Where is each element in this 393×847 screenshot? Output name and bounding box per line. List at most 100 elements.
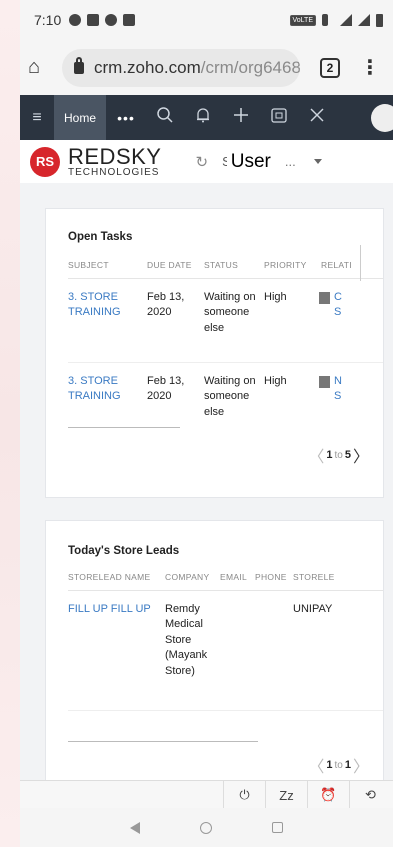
tab-switcher-button[interactable]: 2: [320, 57, 340, 78]
column-header[interactable]: SUBJECT: [68, 260, 147, 270]
hamburger-menu-icon[interactable]: ≡: [20, 109, 54, 127]
account-icon: [319, 292, 330, 304]
task-priority: High: [264, 375, 287, 387]
task-related-to[interactable]: C S: [309, 290, 351, 362]
column-header[interactable]: EMAIL: [220, 572, 255, 582]
next-page-icon[interactable]: 〉: [353, 753, 369, 777]
open-tasks-card: Open Tasks SUBJECT DUE DATE STATUS PRIOR…: [45, 208, 384, 498]
column-header[interactable]: PRIORITY: [264, 260, 321, 270]
page-from: 1: [326, 449, 333, 461]
status-bar: 7:10 VoLTE: [20, 0, 393, 40]
column-header[interactable]: STORELE: [293, 572, 338, 582]
horizontal-scrollbar[interactable]: [68, 741, 258, 742]
next-page-icon[interactable]: 〉: [353, 443, 369, 467]
lock-icon: [74, 56, 84, 74]
column-header[interactable]: STATUS: [204, 260, 264, 270]
store-leads-pagination: 〈 1 to 1 〉: [308, 753, 369, 777]
column-header[interactable]: DUE DATE: [147, 260, 204, 270]
alarm-icon[interactable]: ⏰: [307, 781, 349, 809]
browser-toolbar: ⌂ crm.zoho.com/crm/org64685 2 ⋮: [20, 40, 393, 95]
column-divider: [360, 245, 361, 281]
page-separator: to: [334, 759, 343, 771]
org-header: RS REDSKY TECHNOLOGIES ↻ S User ...: [20, 140, 393, 183]
page-from: 1: [326, 759, 333, 771]
timer-icon[interactable]: ⏻: [223, 781, 265, 809]
lead-company: Remdy Medical Store (Mayank Store): [165, 603, 208, 677]
translate-icon[interactable]: Zz: [265, 781, 307, 809]
page-total: 5: [344, 449, 351, 461]
clock: 7:10: [34, 12, 62, 28]
prev-page-icon[interactable]: 〈: [308, 443, 324, 467]
home-tab[interactable]: Home: [54, 95, 106, 140]
open-tasks-table: SUBJECT DUE DATE STATUS PRIORITY RELATI …: [68, 251, 383, 429]
page-separator: to: [334, 449, 343, 461]
task-subject-link[interactable]: 3. STORE TRAINING: [68, 290, 147, 362]
home-icon[interactable]: ⌂: [28, 56, 50, 79]
battery-icon: [376, 13, 383, 27]
setup-tools-icon[interactable]: [308, 106, 326, 129]
recent-apps-icon[interactable]: [272, 822, 283, 833]
chevron-down-icon: [313, 159, 322, 164]
account-icon: [319, 376, 330, 388]
page-background: [0, 0, 20, 847]
url-host: crm.zoho.com: [94, 57, 201, 77]
crm-toolbar: ≡ Home •••: [20, 95, 393, 140]
refresh-icon[interactable]: ↻: [195, 153, 208, 171]
company-subtitle: TECHNOLOGIES: [68, 166, 160, 178]
user-select-label: User: [226, 150, 275, 173]
calendar-icon[interactable]: [270, 106, 288, 129]
page-total: 1: [344, 759, 351, 771]
company-name: REDSKY TECHNOLOGIES: [68, 143, 162, 178]
task-due-date: Feb 13, 2020: [147, 291, 185, 319]
store-leads-table: STORELEAD NAME COMPANY EMAIL PHONE STORE…: [68, 563, 383, 711]
avatar[interactable]: [371, 103, 393, 132]
horizontal-scrollbar[interactable]: [68, 427, 180, 428]
table-row[interactable]: FILL UP FILL UP Remdy Medical Store (May…: [68, 591, 383, 711]
search-icon[interactable]: [156, 106, 174, 129]
open-tasks-pagination: 〈 1 to 5 〉: [308, 443, 369, 467]
lead-name-link[interactable]: FILL UP FILL UP: [68, 602, 165, 710]
lead-email: [220, 602, 255, 710]
dashboard-content: Open Tasks SUBJECT DUE DATE STATUS PRIOR…: [20, 183, 393, 790]
notification-icon: [87, 14, 100, 26]
store-leads-card: Today's Store Leads STORELEAD NAME COMPA…: [45, 520, 384, 790]
column-header[interactable]: PHONE: [255, 572, 293, 582]
task-subject-link[interactable]: 3. STORE TRAINING: [68, 374, 147, 429]
company-name-text: REDSKY: [68, 143, 162, 169]
vibrate-icon: [322, 14, 328, 26]
system-nav-bar: [20, 808, 393, 847]
table-row[interactable]: 3. STORE TRAINING Feb 13, 2020 Waiting o…: [68, 279, 383, 363]
more-tabs-button[interactable]: •••: [106, 110, 146, 126]
gallery-icon: [123, 14, 136, 26]
task-due-date: Feb 13, 2020: [147, 375, 185, 403]
browser-menu-icon[interactable]: ⋮: [360, 58, 380, 78]
table-header: SUBJECT DUE DATE STATUS PRIORITY RELATI: [68, 251, 383, 279]
phone-screen: 7:10 VoLTE ⌂ crm.zoho.com/crm/org64685 2…: [20, 0, 393, 847]
table-header: STORELEAD NAME COMPANY EMAIL PHONE STORE…: [68, 563, 383, 591]
notification-icon: [69, 14, 82, 26]
back-icon[interactable]: [130, 821, 140, 834]
task-related-to[interactable]: N S: [309, 374, 351, 429]
column-header[interactable]: STORELEAD NAME: [68, 572, 165, 582]
task-status: Waiting on someone else: [204, 375, 256, 418]
add-icon[interactable]: [232, 106, 250, 129]
address-bar[interactable]: crm.zoho.com/crm/org64685: [62, 48, 300, 87]
prev-page-icon[interactable]: 〈: [308, 753, 324, 777]
task-priority: High: [264, 291, 287, 303]
card-title: Today's Store Leads: [68, 545, 180, 557]
column-header[interactable]: RELATI: [321, 260, 351, 270]
history-icon[interactable]: ⟲: [349, 781, 391, 809]
volte-badge: VoLTE: [289, 14, 316, 26]
crm-bottom-toolbar: ⏻ Zz ⏰ ⟲: [20, 780, 393, 809]
column-header[interactable]: COMPANY: [165, 572, 220, 582]
notification-icon: [105, 14, 118, 26]
lead-store: UNIPAY: [293, 603, 333, 615]
related-to-link[interactable]: N S: [334, 374, 342, 405]
user-select-dropdown[interactable]: S User ...: [222, 150, 322, 173]
company-logo: RS: [30, 146, 60, 177]
wifi-icon: [340, 14, 352, 26]
related-to-link[interactable]: C S: [334, 290, 342, 321]
table-row[interactable]: 3. STORE TRAINING Feb 13, 2020 Waiting o…: [68, 363, 383, 429]
bell-icon[interactable]: [194, 106, 212, 129]
home-button-icon[interactable]: [200, 821, 212, 834]
